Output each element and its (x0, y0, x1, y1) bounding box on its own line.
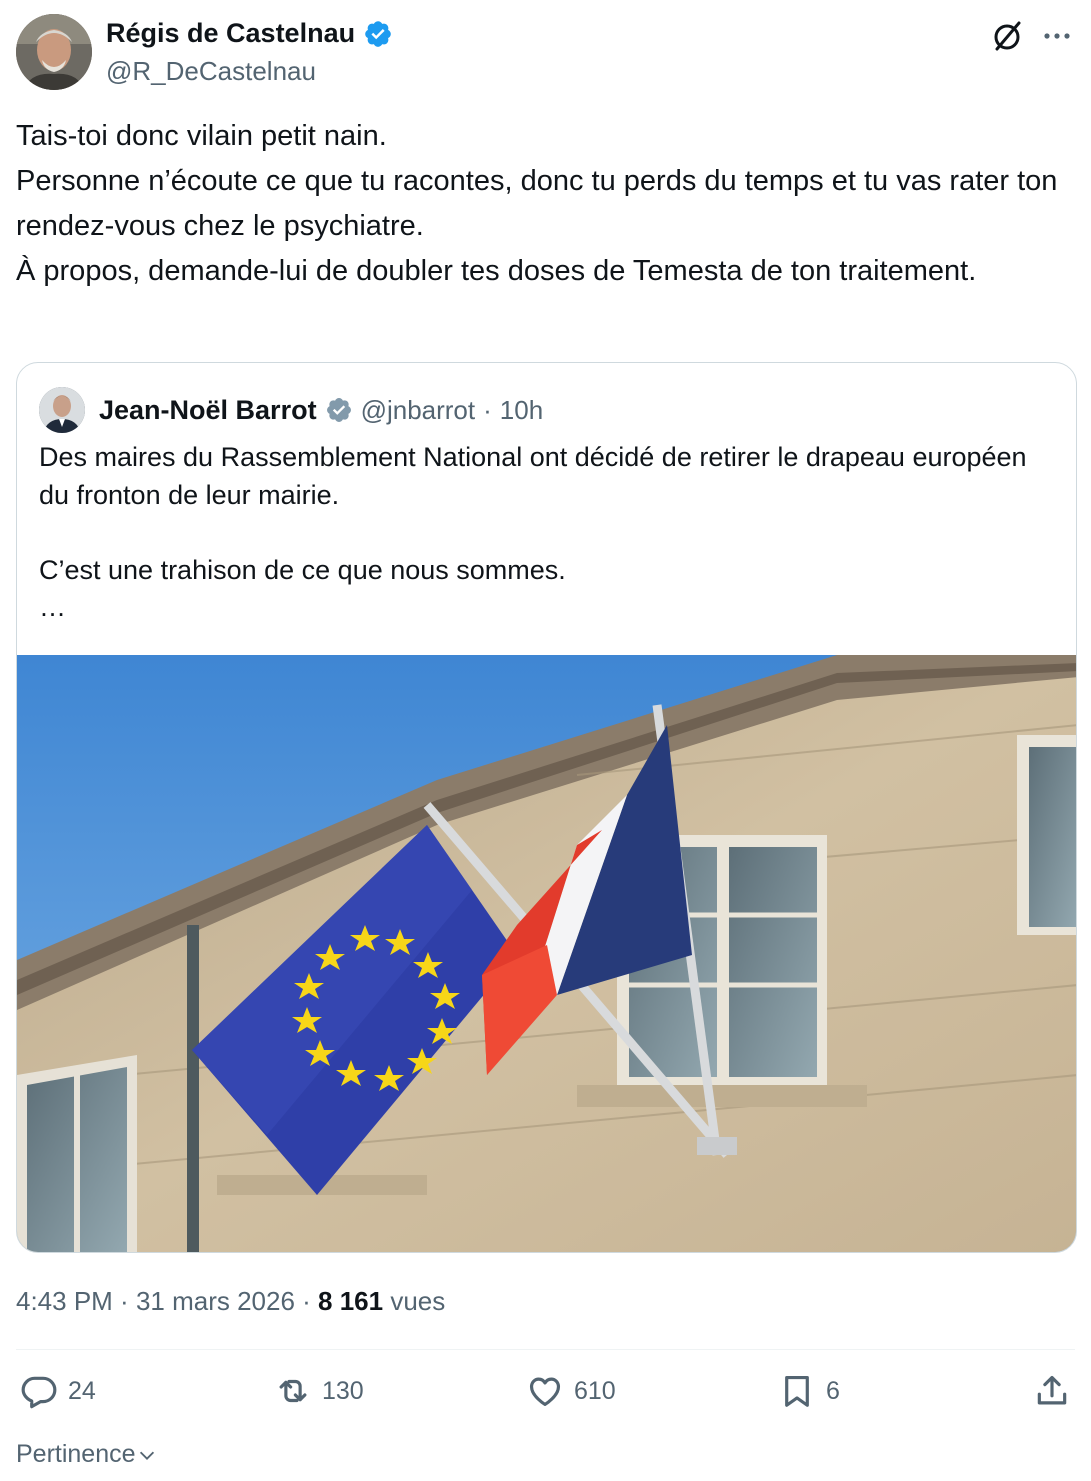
more-options-icon[interactable] (1039, 18, 1075, 54)
reply-button[interactable]: 24 (20, 1372, 96, 1410)
bookmark-count: 6 (826, 1376, 840, 1405)
author-avatar[interactable] (16, 14, 92, 90)
tweet-time[interactable]: 4:43 PM (16, 1286, 113, 1316)
quoted-tweet-header: Jean-Noël Barrot @jnbarrot · 10h (39, 387, 543, 433)
share-button[interactable] (1033, 1372, 1071, 1410)
divider (16, 1349, 1075, 1350)
share-icon (1037, 1375, 1067, 1405)
quoted-author-display-name[interactable]: Jean-Noël Barrot (99, 395, 317, 426)
repost-button[interactable]: 130 (274, 1372, 364, 1410)
repost-count: 130 (322, 1376, 364, 1405)
quoted-tweet-text: Des maires du Rassemblement National ont… (39, 442, 1027, 622)
sort-label: Pertinence (16, 1440, 136, 1468)
quoted-author-handle[interactable]: @jnbarrot (361, 395, 476, 426)
views-label: vues (383, 1286, 446, 1316)
reply-icon (21, 1376, 57, 1409)
quoted-tweet[interactable]: Jean-Noël Barrot @jnbarrot · 10h Des mai… (16, 362, 1077, 1253)
quoted-avatar-image (39, 387, 85, 433)
government-verified-badge-icon[interactable] (325, 396, 353, 424)
meta-separator: · (112, 1286, 136, 1316)
author-display-name[interactable]: Régis de Castelnau (106, 18, 355, 49)
meta-separator: · (294, 1286, 319, 1316)
like-button[interactable]: 610 (526, 1372, 616, 1410)
quoted-timestamp[interactable]: 10h (500, 395, 543, 426)
quoted-separator: · (483, 394, 492, 425)
bookmark-icon (785, 1375, 809, 1407)
views-count: 8 161 (318, 1286, 384, 1316)
repost-icon (279, 1379, 307, 1403)
quoted-media-image[interactable] (17, 655, 1077, 1253)
tweet-header: Régis de Castelnau @R_DeCastelnau (16, 14, 1075, 90)
sort-dropdown[interactable]: Pertinence (16, 1440, 158, 1469)
avatar-image (16, 14, 92, 90)
quoted-author-avatar[interactable] (39, 387, 85, 433)
author-handle[interactable]: @R_DeCastelnau (106, 56, 316, 87)
reply-count: 24 (68, 1376, 96, 1405)
like-count: 610 (574, 1376, 616, 1405)
heart-icon (529, 1377, 561, 1407)
bookmark-button[interactable]: 6 (778, 1372, 840, 1410)
verified-badge-icon[interactable] (363, 19, 393, 49)
tweet-actions: 24 130 610 6 (16, 1372, 1075, 1422)
grok-icon[interactable] (989, 18, 1025, 54)
chevron-down-icon (139, 1451, 154, 1460)
tweet-date[interactable]: 31 mars 2026 (136, 1286, 295, 1316)
tweet-text: Tais-toi donc vilain petit nain. Personn… (16, 120, 1058, 287)
tweet-meta: 4:43 PM · 31 mars 2026 · 8 161 vues (16, 1286, 445, 1317)
